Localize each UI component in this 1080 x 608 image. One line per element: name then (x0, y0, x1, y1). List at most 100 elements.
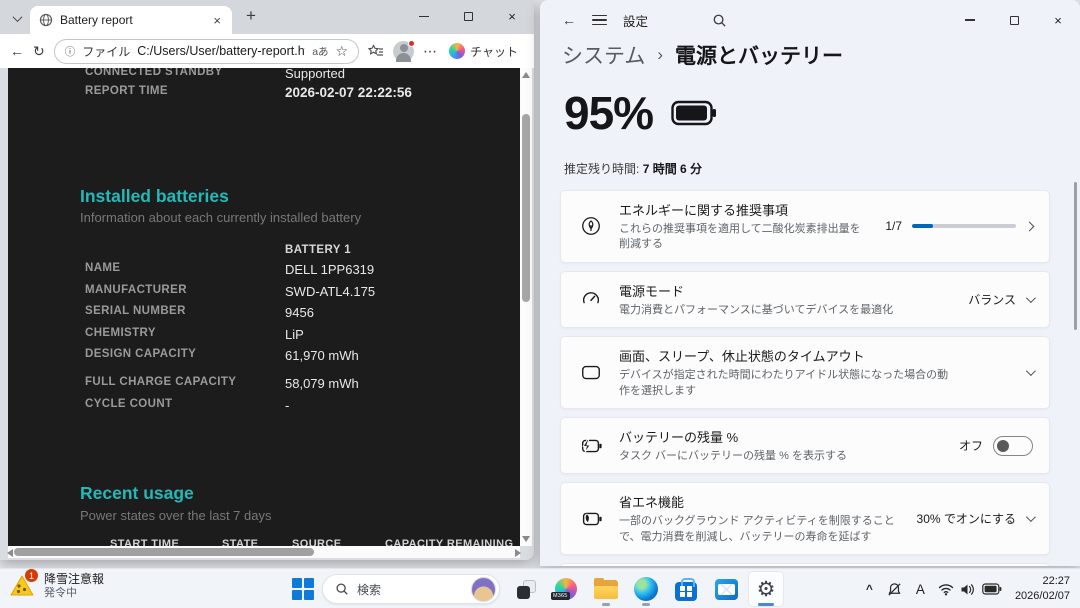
hamburger-menu-icon[interactable] (592, 12, 607, 29)
start-button[interactable] (285, 571, 321, 607)
task-view-button[interactable] (508, 571, 544, 607)
weather-subtitle: 発令中 (44, 587, 104, 601)
browser-tab[interactable]: Battery report × (30, 6, 232, 34)
search-icon[interactable] (712, 13, 727, 28)
section-title: Installed batteries (80, 186, 229, 207)
battery-column-header: BATTERY 1 (285, 240, 351, 261)
progress-fill (912, 224, 933, 228)
profile-avatar[interactable] (393, 41, 414, 62)
report-value: LiP (285, 327, 304, 342)
taskbar-edge-button[interactable] (628, 571, 664, 607)
energy-saver-value[interactable]: 30% でオンにする (917, 510, 1016, 527)
card-battery-percentage[interactable]: バッテリーの残量 % タスク バーにバッテリーの残量 % を表示する オフ (560, 417, 1050, 474)
chevron-down-icon (12, 12, 22, 22)
card-power-mode[interactable]: 電源モード 電力消費とパフォーマンスに基づいてデバイスを最適化 バランス (560, 271, 1050, 328)
report-row: CHEMISTRY LiP (85, 327, 520, 348)
scroll-down-arrow[interactable] (522, 536, 530, 542)
taskbar-copilot-button[interactable]: M365 (548, 571, 584, 607)
report-value: - (285, 398, 289, 413)
maximize-icon (1010, 16, 1019, 25)
card-battery-usage[interactable]: バッテリーの使用状況 (560, 563, 1050, 566)
report-value: Supported (285, 68, 345, 81)
scroll-up-arrow[interactable] (522, 72, 530, 78)
card-title: バッテリーの残量 % (619, 427, 943, 446)
settings-close-button[interactable]: × (1036, 1, 1080, 39)
report-row: MANUFACTURER SWD-ATL4.175 (85, 284, 520, 305)
info-icon[interactable]: ⓘ (65, 44, 76, 59)
taskbar-store-button[interactable] (668, 571, 704, 607)
breadcrumb-separator: › (657, 45, 663, 65)
card-energy-saver[interactable]: 省エネ機能 一部のバックグラウンド アクティビティを制限することで、電力消費を削… (560, 482, 1050, 555)
system-tray: ^ A (866, 569, 1070, 608)
network-volume-battery-group[interactable] (938, 583, 1002, 596)
translate-icon[interactable]: aあ (312, 44, 328, 59)
browser-toolbar: ← ↻ ⓘ ファイル C:/Users/User/battery-report.… (0, 34, 534, 68)
globe-icon (39, 13, 53, 27)
progress-label: 1/7 (885, 219, 902, 233)
edge-icon (634, 577, 658, 601)
browser-close-button[interactable]: × (490, 0, 534, 33)
report-label: FULL CHARGE CAPACITY (85, 376, 236, 388)
chevron-right-icon[interactable] (1025, 221, 1035, 231)
taskbar-explorer-button[interactable] (588, 571, 624, 607)
maximize-icon (464, 12, 473, 21)
clock-time: 22:27 (1015, 574, 1070, 589)
search-character-avatar[interactable] (471, 577, 496, 602)
more-menu-button[interactable]: ⋯ (423, 43, 437, 60)
breadcrumb-system[interactable]: システム (562, 40, 645, 70)
taskbar-search-box[interactable]: 検索 (322, 574, 500, 604)
taskbar-weather-widget[interactable]: 1 降雪注意報 発令中 (8, 572, 104, 601)
taskbar-settings-button[interactable]: ⚙ (748, 571, 784, 607)
taskbar-clock[interactable]: 22:27 2026/02/07 (1015, 574, 1070, 604)
section-subtitle: Information about each currently install… (80, 210, 361, 225)
battery-percent-toggle[interactable] (993, 436, 1033, 456)
settings-maximize-button[interactable] (992, 1, 1036, 39)
address-bar[interactable]: ⓘ ファイル C:/Users/User/battery-report.html… (54, 39, 359, 64)
browser-minimize-button[interactable] (402, 0, 446, 33)
search-icon (335, 582, 349, 596)
settings-app-label: 設定 (623, 11, 648, 30)
task-view-icon (517, 580, 536, 599)
horizontal-scrollbar[interactable] (8, 546, 520, 558)
refresh-button[interactable]: ↻ (33, 43, 45, 60)
tab-search-button[interactable] (8, 9, 26, 27)
chevron-down-icon[interactable] (1026, 366, 1036, 376)
settings-minimize-button[interactable] (948, 1, 992, 39)
new-tab-button[interactable]: + (246, 6, 256, 26)
do-not-disturb-icon[interactable] (886, 581, 903, 598)
browser-tabstrip: Battery report × + × (0, 0, 534, 34)
card-energy-recommendations[interactable]: エネルギーに関する推奨事項 これらの推奨事項を適用して二酸化炭素排出量を削減する… (560, 190, 1050, 263)
ime-indicator[interactable]: A (916, 582, 925, 597)
browser-maximize-button[interactable] (446, 0, 490, 33)
card-screen-sleep-timeouts[interactable]: 画面、スリープ、休止状態のタイムアウト デバイスが指定された時間にわたりアイドル… (560, 336, 1050, 409)
browser-window: Battery report × + × ← ↻ ⓘ ファイル C:/Users… (0, 0, 534, 560)
card-description: デバイスが指定された時間にわたりアイドル状態になった場合の動作を選択します (619, 368, 951, 399)
address-url[interactable]: C:/Users/User/battery-report.html (137, 44, 305, 58)
time-remaining-label: 推定残り時間: (564, 162, 639, 176)
power-mode-value[interactable]: バランス (968, 291, 1016, 308)
weather-title: 降雪注意報 (44, 572, 104, 587)
copilot-m365-badge: M365 (551, 592, 570, 600)
screen-sleep-icon (579, 362, 603, 384)
collections-icon[interactable] (368, 43, 384, 59)
report-row: DESIGN CAPACITY 61,970 mWh (85, 348, 520, 369)
taskbar-outlook-button[interactable] (708, 571, 744, 607)
settings-scrollbar-thumb[interactable] (1074, 182, 1077, 330)
table-column-header: START TIME (110, 538, 179, 546)
settings-back-button[interactable]: ← (562, 12, 576, 28)
minimize-icon (965, 19, 975, 20)
chevron-down-icon[interactable] (1026, 512, 1036, 522)
wifi-icon (938, 583, 954, 596)
chevron-down-icon[interactable] (1026, 293, 1036, 303)
copilot-chat-button[interactable]: チャット (446, 40, 524, 63)
vertical-scroll-thumb[interactable] (522, 114, 530, 302)
report-row: CYCLE COUNT - (85, 398, 520, 419)
horizontal-scroll-thumb[interactable] (14, 548, 314, 556)
vertical-scrollbar[interactable] (520, 68, 532, 546)
favorite-star-icon[interactable]: ☆ (336, 43, 349, 60)
scroll-left-arrow[interactable] (7, 549, 13, 557)
tray-chevron-up[interactable]: ^ (866, 582, 873, 596)
tab-close-button[interactable]: × (211, 13, 223, 28)
back-button[interactable]: ← (10, 43, 24, 59)
scroll-right-arrow[interactable] (515, 549, 521, 557)
